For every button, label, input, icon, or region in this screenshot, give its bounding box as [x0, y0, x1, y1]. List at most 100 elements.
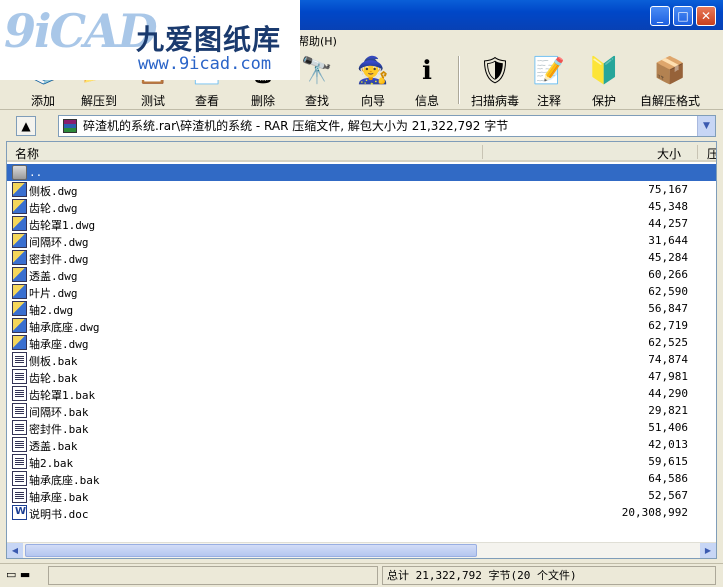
toolbar-button-label: 查看: [194, 94, 219, 108]
file-row[interactable]: 齿轮.bak 47,981: [7, 368, 716, 385]
watermark-url: www.9icad.com: [138, 54, 272, 74]
file-name: 齿轮.bak: [29, 372, 78, 385]
file-name: 侧板.bak: [29, 355, 78, 368]
file-row[interactable]: 轴承底座.dwg 62,719: [7, 317, 716, 334]
bak-file-icon: [12, 454, 27, 469]
file-size: 56,847: [648, 302, 688, 315]
minimize-button[interactable]: _: [650, 6, 670, 26]
scroll-left-icon[interactable]: ◀: [7, 543, 23, 558]
dwg-file-icon: [12, 233, 27, 248]
file-name: 轴承座.dwg: [29, 338, 89, 351]
maximize-button[interactable]: □: [673, 6, 693, 26]
scroll-thumb[interactable]: [25, 544, 477, 557]
file-row[interactable]: 间隔环.bak 29,821: [7, 402, 716, 419]
toolbar-button-label: 删除: [250, 94, 275, 108]
dwg-file-icon: [12, 284, 27, 299]
file-size: 51,406: [648, 421, 688, 434]
toolbar-icon: 📦: [653, 56, 687, 86]
column-name[interactable]: 名称: [15, 145, 39, 162]
watermark-logo: 9iCAD 九爱图纸库 www.9icad.com: [0, 0, 300, 80]
file-size: 31,644: [648, 234, 688, 247]
file-row[interactable]: 轴承底座.bak 64,586: [7, 470, 716, 487]
file-row[interactable]: 叶片.dwg 62,590: [7, 283, 716, 300]
file-row[interactable]: 轴承座.dwg 62,525: [7, 334, 716, 351]
close-button[interactable]: ✕: [696, 6, 716, 26]
file-row[interactable]: 间隔环.dwg 31,644: [7, 232, 716, 249]
status-bar: ▭ ▬ 总计 21,322,792 字节(20 个文件): [0, 563, 723, 587]
column-divider[interactable]: [697, 145, 698, 159]
dwg-file-icon: [12, 182, 27, 197]
file-row[interactable]: 齿轮.dwg 45,348: [7, 198, 716, 215]
toolbar-button[interactable]: 📝 注释: [520, 52, 578, 108]
rar-archive-icon: [63, 119, 77, 133]
toolbar-button-label: 自解压格式: [639, 94, 700, 108]
dwg-file-icon: [12, 301, 27, 316]
file-size: 44,290: [648, 387, 688, 400]
bak-file-icon: [12, 386, 27, 401]
column-size[interactable]: 大小: [657, 145, 681, 162]
file-row[interactable]: 透盖.bak 42,013: [7, 436, 716, 453]
path-text: 碎渣机的系统.rar\碎渣机的系统 - RAR 压缩文件, 解包大小为 21,3…: [83, 119, 509, 133]
file-list[interactable]: 名称 大小 压 .. 侧板.dwg 75,167 齿轮.dwg 45,348 齿轮罩1.d…: [6, 141, 717, 559]
file-row[interactable]: ..: [7, 164, 716, 181]
file-row[interactable]: 齿轮罩1.bak 44,290: [7, 385, 716, 402]
file-name: 透盖.bak: [29, 440, 78, 453]
toolbar-button[interactable]: 🛡 扫描病毒: [462, 52, 528, 108]
drive-lock-icon[interactable]: ▭ ▬: [6, 568, 44, 584]
file-name: ..: [29, 166, 43, 179]
file-size: 64,586: [648, 472, 688, 485]
file-name: 间隔环.dwg: [29, 236, 89, 249]
file-row[interactable]: 透盖.dwg 60,266: [7, 266, 716, 283]
horizontal-scrollbar[interactable]: ◀ ▶: [7, 542, 716, 558]
toolbar-button[interactable]: 🔰 保护: [575, 52, 633, 108]
path-combobox[interactable]: 碎渣机的系统.rar\碎渣机的系统 - RAR 压缩文件, 解包大小为 21,3…: [58, 115, 716, 137]
file-size: 59,615: [648, 455, 688, 468]
file-row[interactable]: 轴2.dwg 56,847: [7, 300, 716, 317]
file-row[interactable]: 密封件.bak 51,406: [7, 419, 716, 436]
file-row[interactable]: 说明书.doc 20,308,992: [7, 504, 716, 521]
file-row[interactable]: 密封件.dwg 45,284: [7, 249, 716, 266]
file-name: 密封件.bak: [29, 423, 89, 436]
up-folder-button[interactable]: ▲: [16, 116, 36, 136]
file-row[interactable]: 侧板.dwg 75,167: [7, 181, 716, 198]
file-row[interactable]: 侧板.bak 74,874: [7, 351, 716, 368]
file-size: 52,567: [648, 489, 688, 502]
watermark-name: 九爱图纸库: [136, 23, 282, 56]
scroll-right-icon[interactable]: ▶: [700, 543, 716, 558]
dwg-file-icon: [12, 267, 27, 282]
file-rows: .. 侧板.dwg 75,167 齿轮.dwg 45,348 齿轮罩1.dwg 44,257…: [7, 164, 716, 521]
file-name: 齿轮罩1.dwg: [29, 219, 96, 232]
toolbar-icon: 🔭: [300, 56, 334, 86]
toolbar-separator: [458, 56, 460, 104]
toolbar-button-label: 查找: [304, 94, 329, 108]
file-name: 侧板.dwg: [29, 185, 78, 198]
toolbar-button-label: 测试: [140, 94, 165, 108]
bak-file-icon: [12, 471, 27, 486]
toolbar-icon: 🔰: [587, 56, 621, 86]
file-name: 齿轮.dwg: [29, 202, 78, 215]
column-header: 名称 大小 压: [7, 142, 716, 162]
bak-file-icon: [12, 352, 27, 367]
toolbar-button[interactable]: 📦 自解压格式: [636, 52, 704, 108]
toolbar-button-label: 向导: [360, 94, 385, 108]
file-row[interactable]: 轴承座.bak 52,567: [7, 487, 716, 504]
file-name: 轴承底座.dwg: [29, 321, 100, 334]
file-row[interactable]: 轴2.bak 59,615: [7, 453, 716, 470]
file-size: 45,284: [648, 251, 688, 264]
file-row[interactable]: 齿轮罩1.dwg 44,257: [7, 215, 716, 232]
file-size: 74,874: [648, 353, 688, 366]
column-packed[interactable]: 压: [707, 145, 716, 162]
chevron-down-icon[interactable]: ▼: [697, 116, 715, 136]
dwg-file-icon: [12, 199, 27, 214]
toolbar-icon: 🛡: [478, 56, 512, 86]
dwg-file-icon: [12, 216, 27, 231]
bak-file-icon: [12, 369, 27, 384]
status-left: [48, 566, 378, 585]
toolbar-button[interactable]: ℹ 信息: [398, 52, 456, 108]
toolbar-button[interactable]: 🧙 向导: [344, 52, 402, 108]
menu-help[interactable]: 帮助(H): [298, 33, 337, 49]
dwg-file-icon: [12, 250, 27, 265]
toolbar-icon: 🧙: [356, 56, 390, 86]
column-divider[interactable]: [482, 145, 483, 159]
bak-file-icon: [12, 420, 27, 435]
